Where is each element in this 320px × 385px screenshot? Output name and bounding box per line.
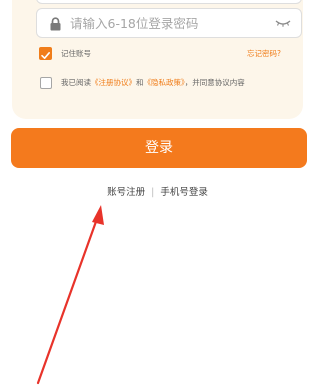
agreement-suffix: ，并同意协议内容 xyxy=(184,78,245,87)
privacy-policy-link[interactable]: 《隐私政策》 xyxy=(144,78,185,87)
remember-account-checkbox[interactable] xyxy=(39,47,52,60)
agreement-text: 我已阅读《注册协议》和《隐私政策》，并同意协议内容 xyxy=(61,77,245,89)
user-agreement-link[interactable]: 《注册协议》 xyxy=(91,78,136,87)
password-input[interactable] xyxy=(70,9,260,37)
account-field[interactable] xyxy=(36,0,302,4)
account-register-link[interactable]: 账号注册 xyxy=(107,187,145,198)
agreement-checkbox[interactable] xyxy=(40,77,52,89)
alternate-login-links: 账号注册 | 手机号登录 xyxy=(0,186,315,200)
phone-login-link[interactable]: 手机号登录 xyxy=(160,187,208,198)
forgot-password-link[interactable]: 忘记密码? xyxy=(247,47,281,60)
eye-closed-icon[interactable] xyxy=(275,19,291,27)
password-field[interactable] xyxy=(36,8,302,38)
login-button[interactable]: 登录 xyxy=(11,128,307,168)
checkmark-icon xyxy=(41,52,50,59)
remember-account-label: 记住账号 xyxy=(61,49,91,58)
login-form-card: 记住账号 忘记密码? 我已阅读《注册协议》和《隐私政策》，并同意协议内容 xyxy=(12,0,303,119)
link-separator: | xyxy=(151,187,155,198)
agreement-conjunction: 和 xyxy=(136,78,144,87)
lock-icon xyxy=(50,17,61,31)
agreement-prefix: 我已阅读 xyxy=(61,78,91,87)
